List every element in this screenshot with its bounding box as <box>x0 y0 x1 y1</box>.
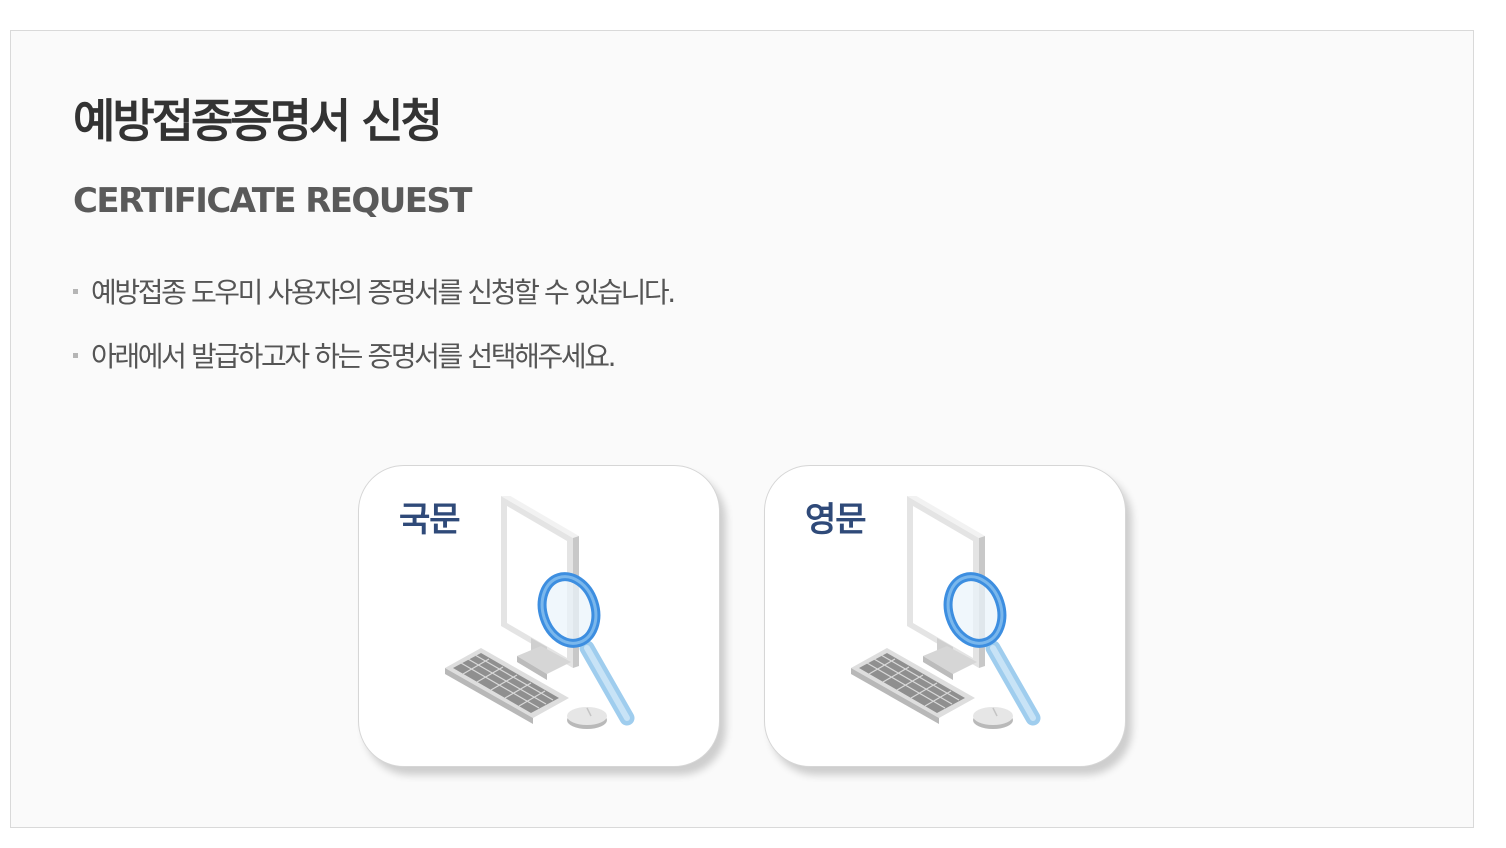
description-text: 예방접종 도우미 사용자의 증명서를 신청할 수 있습니다. <box>91 276 676 309</box>
korean-certificate-button[interactable]: 국문 <box>358 465 720 767</box>
description-item: 아래에서 발급하고자 하는 증명서를 선택해주세요. <box>73 335 674 379</box>
bullet-icon <box>73 353 78 358</box>
page-subtitle: CERTIFICATE REQUEST <box>73 181 472 221</box>
description-list: 예방접종 도우미 사용자의 증명서를 신청할 수 있습니다. 아래에서 발급하고… <box>73 271 676 399</box>
description-text: 아래에서 발급하고자 하는 증명서를 선택해주세요. <box>91 340 616 373</box>
certificate-request-panel: 예방접종증명서 신청 CERTIFICATE REQUEST 예방접종 도우미 … <box>10 30 1474 828</box>
english-certificate-button[interactable]: 영문 <box>764 465 1126 767</box>
computer-search-icon <box>851 496 1041 729</box>
page-title: 예방접종증명서 신청 <box>73 94 443 148</box>
computer-search-icon <box>445 496 635 729</box>
bullet-icon <box>73 289 78 294</box>
description-item: 예방접종 도우미 사용자의 증명서를 신청할 수 있습니다. <box>73 271 676 315</box>
